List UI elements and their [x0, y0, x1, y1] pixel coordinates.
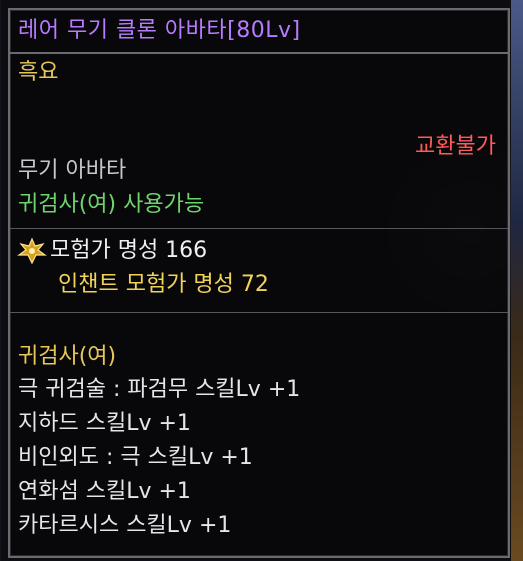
- background-ui-edge: [511, 0, 523, 561]
- item-subtype: 흑요: [18, 60, 59, 85]
- item-tooltip: 레어 무기 클론 아바타[80Lv] 흑요 교환불가 무기 아바타 귀검사(여)…: [8, 8, 510, 558]
- usable-class: 귀검사(여) 사용가능: [18, 192, 205, 217]
- skill-bonus: 극 귀검술 : 파검무 스킬Lv +1: [18, 377, 301, 402]
- divider: [10, 228, 508, 229]
- skill-bonus: 비인외도 : 극 스킬Lv +1: [18, 445, 253, 470]
- divider: [10, 312, 508, 313]
- trade-status: 교환불가: [415, 134, 496, 159]
- fame-emblem-icon: [17, 237, 47, 265]
- fame-row: 모험가 명성 166: [16, 236, 207, 266]
- skill-bonus: 연화섬 스킬Lv +1: [18, 479, 191, 504]
- skill-bonus: 카타르시스 스킬Lv +1: [18, 513, 232, 538]
- fame-text: 모험가 명성 166: [50, 238, 208, 263]
- item-title: 레어 무기 클론 아바타[80Lv]: [10, 10, 508, 54]
- enchant-fame: 인챈트 모험가 명성 72: [58, 272, 269, 297]
- skill-bonus: 지하드 스킬Lv +1: [18, 411, 191, 436]
- job-label: 귀검사(여): [18, 344, 117, 369]
- item-category: 무기 아바타: [18, 158, 127, 183]
